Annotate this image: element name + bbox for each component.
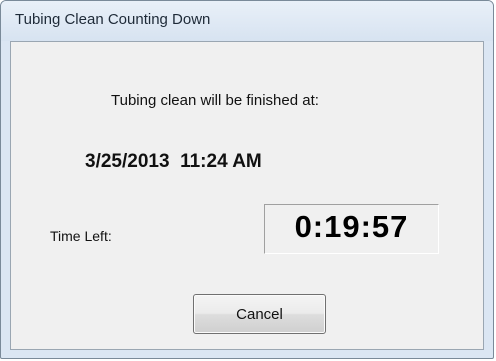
window-title: Tubing Clean Counting Down xyxy=(15,11,211,28)
countdown-display: 0:19:57 xyxy=(264,204,439,254)
countdown-value: 0:19:57 xyxy=(294,209,409,244)
cancel-button[interactable]: Cancel xyxy=(193,294,326,334)
dialog-body: Tubing clean will be finished at: 3/25/2… xyxy=(10,41,484,350)
finish-label: Tubing clean will be finished at: xyxy=(111,92,319,109)
time-left-label: Time Left: xyxy=(50,228,112,244)
dialog-window: Tubing Clean Counting Down Tubing clean … xyxy=(0,0,494,359)
finish-time-value: 3/25/2013 11:24 AM xyxy=(85,151,262,172)
title-bar[interactable]: Tubing Clean Counting Down xyxy=(1,1,493,41)
